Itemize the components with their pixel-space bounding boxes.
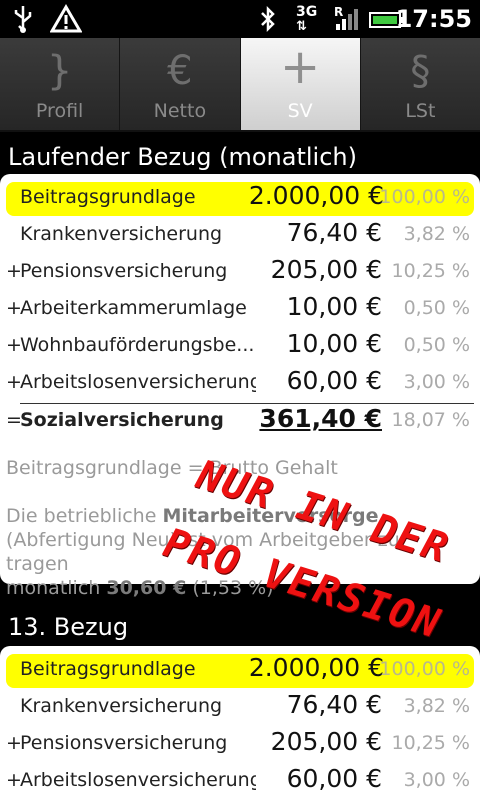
row-percent: 10,25 % <box>391 732 471 754</box>
section-title-13-bezug: 13. Bezug <box>8 613 129 641</box>
row-percent: 3,00 % <box>403 769 470 791</box>
row-amount: 60,00 € <box>286 366 382 395</box>
tab-label: LSt <box>405 100 436 122</box>
row-label: Pensionsversicherung <box>20 732 228 754</box>
note-text: Die betriebliche <box>6 505 163 527</box>
row-amount: 10,00 € <box>286 329 382 358</box>
status-bar: 3G ⇅ R 17:55 <box>0 0 480 38</box>
row-percent: 100,00 % <box>379 186 470 208</box>
row-operator: + <box>6 732 22 754</box>
row-label: Arbeitslosenversicherung <box>20 371 256 393</box>
table-row[interactable]: + Pensionsversicherung 205,00 € 10,25 % <box>0 254 480 290</box>
row-amount: 76,40 € <box>286 690 382 719</box>
row-operator: + <box>6 334 22 356</box>
tab-label: Netto <box>153 100 207 122</box>
note-text: monatlich <box>6 577 107 599</box>
row-percent: 18,07 % <box>391 409 471 431</box>
tab-lst[interactable]: § LSt <box>360 38 480 130</box>
row-label: Pensionsversicherung <box>20 260 228 282</box>
row-label: Arbeiterkammerumlage <box>20 297 247 319</box>
row-label: Sozialversicherung <box>20 409 224 431</box>
total-row[interactable]: = Sozialversicherung 361,40 € 18,07 % <box>0 403 480 439</box>
row-amount: 361,40 € <box>259 404 382 433</box>
tab-sv[interactable]: + SV <box>240 38 361 130</box>
table-row[interactable]: Krankenversicherung 76,40 € 3,82 % <box>0 689 480 725</box>
plus-icon: + <box>280 39 321 95</box>
tab-label: SV <box>287 100 313 122</box>
tab-netto[interactable]: € Netto <box>120 38 241 130</box>
row-amount: 60,00 € <box>286 764 382 793</box>
table-row[interactable]: + Wohnbauförderungsbe... 10,00 € 0,50 % <box>0 328 480 364</box>
row-percent: 0,50 % <box>403 297 470 319</box>
row-percent: 10,25 % <box>391 260 471 282</box>
paragraph-icon: § <box>410 48 431 94</box>
profile-icon: } <box>46 48 73 94</box>
row-label: Wohnbauförderungsbe... <box>20 334 255 356</box>
3g-icon: 3G ⇅ <box>296 4 318 34</box>
table-row[interactable]: Beitragsgrundlage 2.000,00 € 100,00 % <box>0 652 480 688</box>
row-percent: 100,00 % <box>379 658 470 680</box>
table-row[interactable]: + Arbeitslosenversicherung 60,00 € 3,00 … <box>0 365 480 401</box>
row-label: Krankenversicherung <box>20 223 223 245</box>
row-amount: 10,00 € <box>286 292 382 321</box>
row-amount: 2.000,00 € <box>248 181 384 210</box>
row-percent: 0,50 % <box>403 334 470 356</box>
row-operator: + <box>6 260 22 282</box>
bluetooth-icon <box>258 4 278 41</box>
svg-text:R: R <box>334 5 343 19</box>
section-title-laufender-bezug: Laufender Bezug (monatlich) <box>8 143 357 171</box>
table-row[interactable]: Krankenversicherung 76,40 € 3,82 % <box>0 217 480 253</box>
tab-bar: } Profil € Netto + SV § LSt <box>0 38 480 132</box>
row-amount: 76,40 € <box>286 218 382 247</box>
clock: 17:55 <box>395 5 472 33</box>
row-amount: 205,00 € <box>270 255 382 284</box>
row-operator: + <box>6 769 22 791</box>
row-percent: 3,00 % <box>403 371 470 393</box>
table-row[interactable]: Beitragsgrundlage 2.000,00 € 100,00 % <box>0 180 480 216</box>
signal-icon: R <box>332 4 362 41</box>
table-row[interactable]: + Arbeitslosenversicherung 60,00 € 3,00 … <box>0 763 480 799</box>
usb-icon <box>10 4 36 41</box>
tab-label: Profil <box>35 100 84 122</box>
row-amount: 2.000,00 € <box>248 653 384 682</box>
table-row[interactable]: + Pensionsversicherung 205,00 € 10,25 % <box>0 726 480 762</box>
euro-icon: € <box>167 48 193 94</box>
row-amount: 205,00 € <box>270 727 382 756</box>
row-label: Krankenversicherung <box>20 695 223 717</box>
row-operator: + <box>6 297 22 319</box>
row-label: Arbeitslosenversicherung <box>20 769 256 791</box>
row-percent: 3,82 % <box>403 223 470 245</box>
contribution-panel-13: Beitragsgrundlage 2.000,00 € 100,00 % Kr… <box>0 646 480 800</box>
tab-profil[interactable]: } Profil <box>0 38 121 130</box>
row-label: Beitragsgrundlage <box>20 186 196 208</box>
table-row[interactable]: + Arbeiterkammerumlage 10,00 € 0,50 % <box>0 291 480 327</box>
row-percent: 3,82 % <box>403 695 470 717</box>
row-operator: + <box>6 371 22 393</box>
note-bold: 30,60 € <box>106 577 187 599</box>
row-label: Beitragsgrundlage <box>20 658 196 680</box>
row-operator: = <box>6 409 22 431</box>
warning-icon <box>49 4 83 41</box>
